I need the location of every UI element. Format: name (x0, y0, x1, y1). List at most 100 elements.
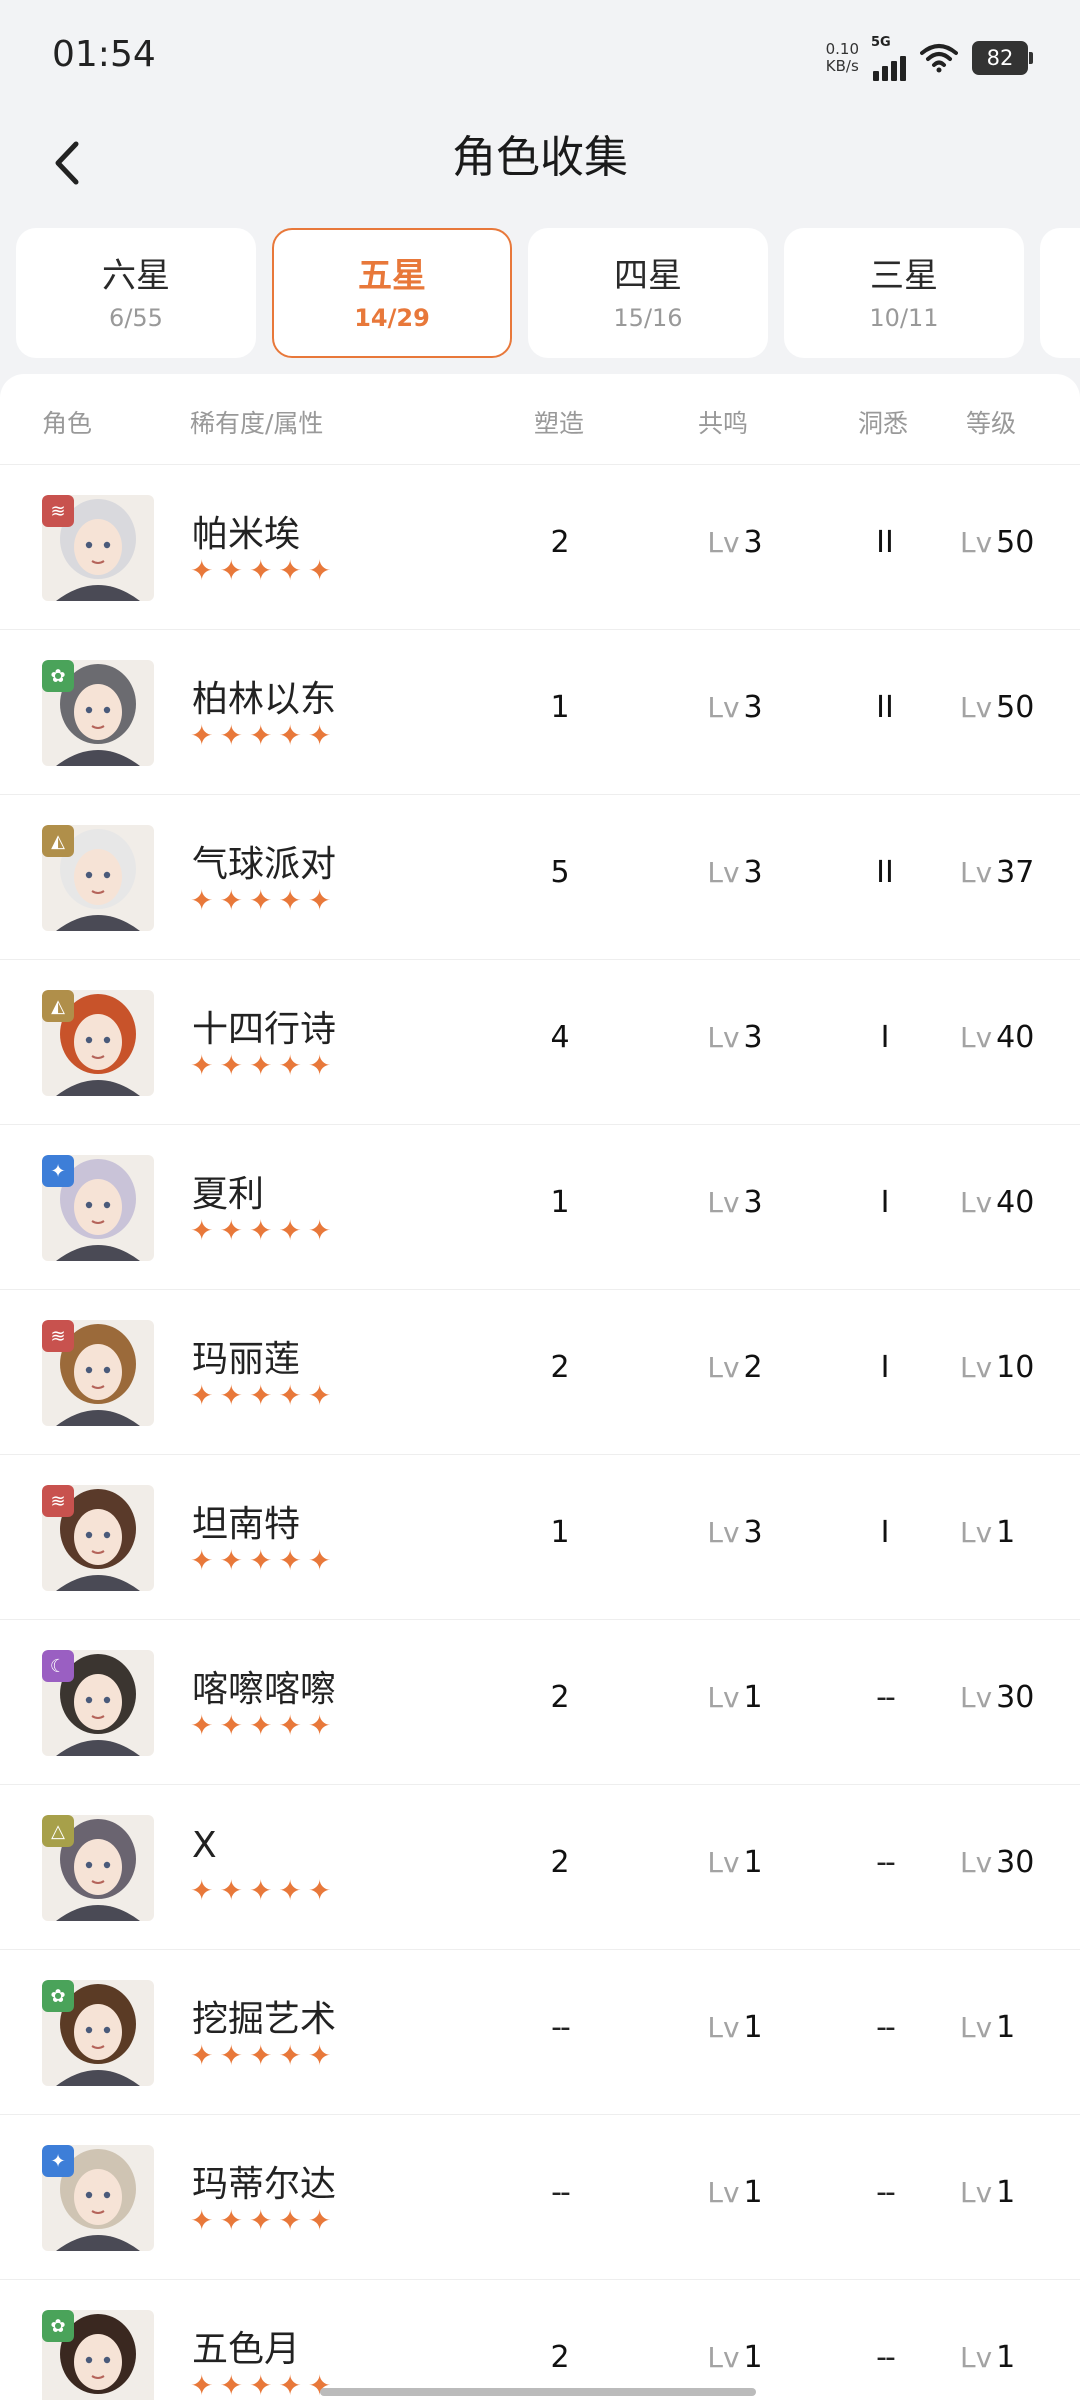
element-icon: ◭ (42, 825, 74, 857)
col-level: 等级 (966, 409, 1017, 438)
star-icon: ✦ (248, 1379, 273, 1412)
tab-six-star[interactable]: 六星 6/55 (16, 228, 256, 358)
tab-count: 6/55 (109, 304, 163, 332)
network-type: 5G (871, 35, 891, 50)
shape-value: 1 (550, 1515, 570, 1550)
shape-value: 2 (550, 525, 570, 560)
home-indicator[interactable] (320, 2388, 756, 2396)
level-value: Lv 40 (960, 1185, 1035, 1220)
status-icons: 0.10 KB/s 5G 82 (825, 35, 1033, 81)
battery-level: 82 (986, 46, 1014, 70)
character-row[interactable]: ☾ 喀嚓喀嚓 ✦ ✦ ✦ ✦ ✦ 2 Lv 1 -- Lv 30 (0, 1620, 1080, 1785)
star-icon: ✦ (307, 719, 332, 752)
star-icon: ✦ (248, 1874, 273, 1907)
element-icon: ✦ (42, 2145, 74, 2177)
star-icon: ✦ (190, 2039, 214, 2072)
star-icon: ✦ (219, 884, 243, 917)
character-row[interactable]: ✿ 柏林以东 ✦ ✦ ✦ ✦ ✦ 1 Lv 3 II Lv 50 (0, 630, 1080, 795)
star-icon: ✦ (219, 719, 243, 752)
rarity-stars: ✦ ✦ ✦ ✦ ✦ (190, 722, 331, 750)
shape-value: 2 (550, 1845, 570, 1880)
character-name: X (192, 1825, 217, 1866)
tab-label: 五星 (358, 256, 426, 296)
character-row[interactable]: ≋ 坦南特 ✦ ✦ ✦ ✦ ✦ 1 Lv 3 I Lv 1 (0, 1455, 1080, 1620)
star-icon: ✦ (307, 1544, 332, 1577)
resonance-value: Lv 3 (707, 690, 763, 725)
star-icon: ✦ (219, 1874, 243, 1907)
character-row[interactable]: ✿ 五色月 ✦ ✦ ✦ ✦ ✦ 2 Lv 1 -- Lv 1 (0, 2280, 1080, 2400)
character-avatar: ≋ (42, 1485, 154, 1591)
insight-value: I (880, 1020, 890, 1055)
character-row[interactable]: ✦ 玛蒂尔达 ✦ ✦ ✦ ✦ ✦ -- Lv 1 -- Lv 1 (0, 2115, 1080, 2280)
character-row[interactable]: ≋ 玛丽莲 ✦ ✦ ✦ ✦ ✦ 2 Lv 2 I Lv 10 (0, 1290, 1080, 1455)
resonance-value: Lv 3 (707, 1020, 763, 1055)
level-value: Lv 30 (960, 1680, 1035, 1715)
signal-icon: 5G (871, 35, 906, 81)
rarity-stars: ✦ ✦ ✦ ✦ ✦ (190, 1877, 331, 1905)
battery-icon: 82 (972, 41, 1033, 75)
network-speed-unit: KB/s (825, 57, 859, 75)
star-icon: ✦ (278, 1379, 302, 1412)
level-value: Lv 1 (960, 2175, 1016, 2210)
rarity-stars: ✦ ✦ ✦ ✦ ✦ (190, 1217, 331, 1245)
level-value: Lv 30 (960, 1845, 1035, 1880)
rarity-stars: ✦ ✦ ✦ ✦ ✦ (190, 557, 331, 585)
character-row[interactable]: ≋ 帕米埃 ✦ ✦ ✦ ✦ ✦ 2 Lv 3 II Lv 50 (0, 465, 1080, 630)
tab-next-partial[interactable] (1040, 228, 1080, 358)
star-icon: ✦ (248, 1544, 273, 1577)
shape-value: 1 (550, 1185, 570, 1220)
character-name: 十四行诗 (192, 1009, 337, 1050)
resonance-value: Lv 1 (707, 2340, 763, 2375)
character-avatar: ≋ (42, 1320, 154, 1426)
tab-five-star[interactable]: 五星 14/29 (272, 228, 512, 358)
character-row[interactable]: ✿ 挖掘艺术 ✦ ✦ ✦ ✦ ✦ -- Lv 1 -- Lv 1 (0, 1950, 1080, 2115)
star-icon: ✦ (219, 2204, 243, 2237)
resonance-value: Lv 3 (707, 1515, 763, 1550)
rarity-stars: ✦ ✦ ✦ ✦ ✦ (190, 2372, 331, 2400)
header: 角色收集 (0, 110, 1080, 220)
character-name: 坦南特 (192, 1504, 301, 1545)
tab-four-star[interactable]: 四星 15/16 (528, 228, 768, 358)
character-avatar: ◭ (42, 990, 154, 1096)
rarity-stars: ✦ ✦ ✦ ✦ ✦ (190, 1052, 331, 1080)
star-icon: ✦ (190, 2369, 214, 2400)
character-row[interactable]: ✦ 夏利 ✦ ✦ ✦ ✦ ✦ 1 Lv 3 I Lv 40 (0, 1125, 1080, 1290)
col-insight: 洞悉 (858, 409, 909, 438)
insight-value: -- (876, 1845, 896, 1880)
character-list: ≋ 帕米埃 ✦ ✦ ✦ ✦ ✦ 2 Lv 3 II Lv 50 ✿ 柏林以东 ✦… (0, 465, 1080, 2400)
insight-value: I (880, 1185, 890, 1220)
tab-count: 14/29 (354, 304, 430, 332)
rarity-stars: ✦ ✦ ✦ ✦ ✦ (190, 1382, 331, 1410)
star-icon: ✦ (278, 719, 302, 752)
character-row[interactable]: ◭ 气球派对 ✦ ✦ ✦ ✦ ✦ 5 Lv 3 II Lv 37 (0, 795, 1080, 960)
character-row[interactable]: △ X ✦ ✦ ✦ ✦ ✦ 2 Lv 1 -- Lv 30 (0, 1785, 1080, 1950)
column-header: 角色 稀有度/属性 塑造 共鸣 洞悉 等级 (0, 374, 1080, 465)
level-value: Lv 37 (960, 855, 1035, 890)
col-rarity: 稀有度/属性 (190, 409, 324, 438)
wifi-icon (920, 43, 958, 73)
element-icon: ✿ (42, 2310, 74, 2342)
character-row[interactable]: ◭ 十四行诗 ✦ ✦ ✦ ✦ ✦ 4 Lv 3 I Lv 40 (0, 960, 1080, 1125)
star-icon: ✦ (219, 2369, 243, 2400)
star-icon: ✦ (278, 884, 302, 917)
star-icon: ✦ (190, 1709, 214, 1742)
star-icon: ✦ (190, 1214, 214, 1247)
insight-value: II (876, 690, 894, 725)
element-icon: ≋ (42, 1485, 74, 1517)
rarity-stars: ✦ ✦ ✦ ✦ ✦ (190, 1712, 331, 1740)
shape-value: 5 (550, 855, 570, 890)
character-name: 玛蒂尔达 (192, 2164, 337, 2205)
rarity-stars: ✦ ✦ ✦ ✦ ✦ (190, 2042, 331, 2070)
star-icon: ✦ (248, 719, 273, 752)
character-name: 五色月 (192, 2329, 301, 2370)
star-icon: ✦ (307, 1214, 332, 1247)
character-list-panel: 角色 稀有度/属性 塑造 共鸣 洞悉 等级 ≋ 帕米埃 ✦✦✦✦✦ 2 (0, 374, 1080, 2400)
element-icon: △ (42, 1815, 74, 1847)
character-avatar: ✦ (42, 1155, 154, 1261)
star-icon: ✦ (307, 1874, 332, 1907)
tab-three-star[interactable]: 三星 10/11 (784, 228, 1024, 358)
star-icon: ✦ (278, 1874, 302, 1907)
level-value: Lv 1 (960, 2010, 1016, 2045)
character-avatar: ◭ (42, 825, 154, 931)
character-avatar: △ (42, 1815, 154, 1921)
